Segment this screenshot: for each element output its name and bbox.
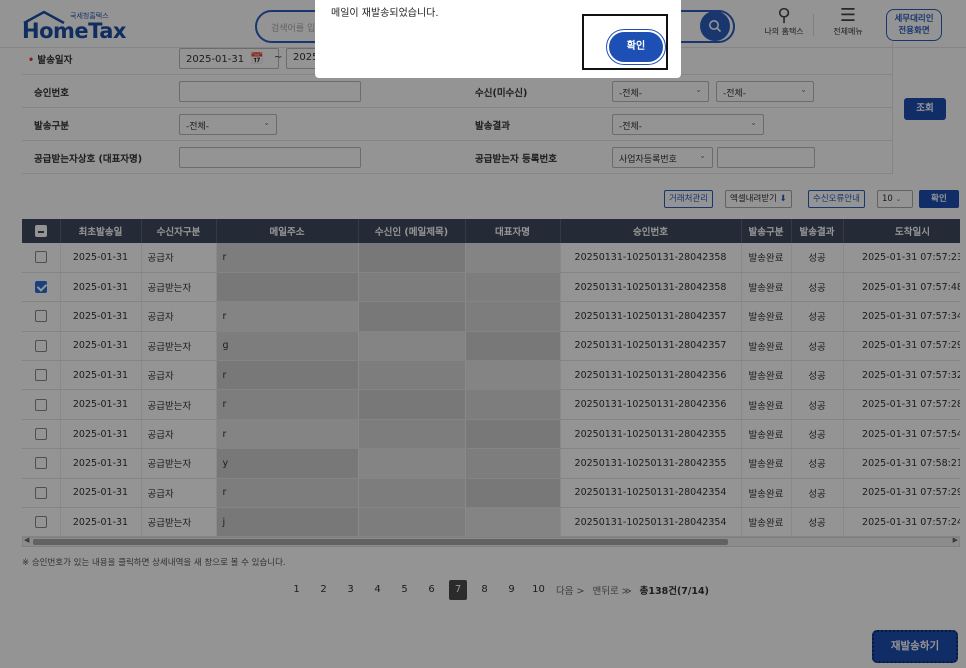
- alert-message: 메일이 재발송되었습니다.: [331, 8, 439, 19]
- alert-dialog: 메일이 재발송되었습니다. 확인: [315, 0, 681, 78]
- alert-confirm-button[interactable]: 확인: [609, 32, 663, 62]
- modal-overlay: [0, 0, 966, 668]
- confirm-focus-frame: 확인: [582, 14, 668, 70]
